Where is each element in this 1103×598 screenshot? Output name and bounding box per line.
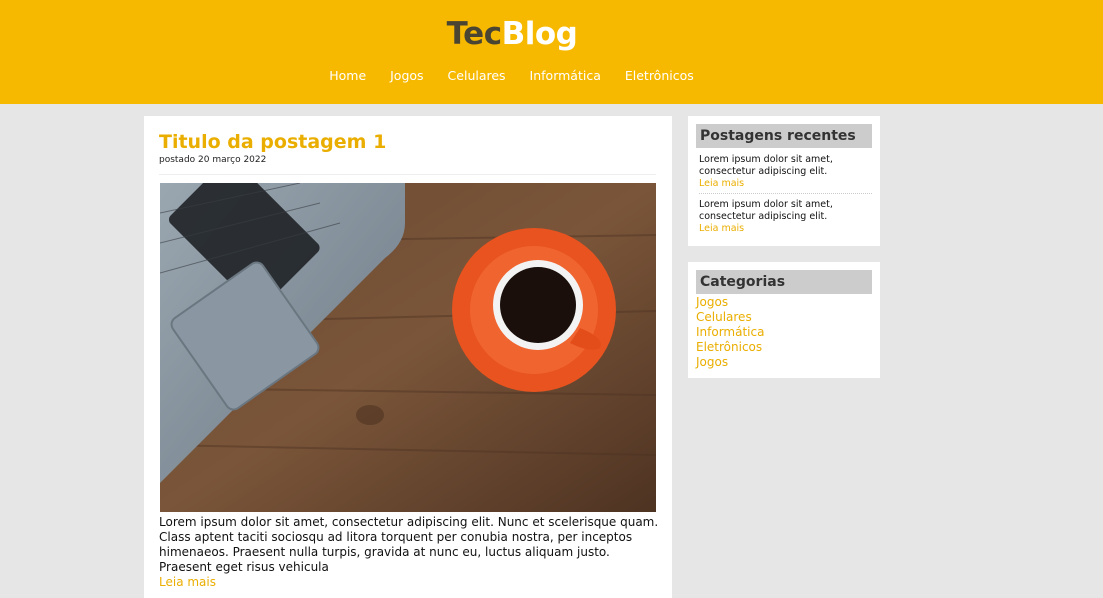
category-link-jogos-2[interactable]: Jogos (696, 355, 728, 369)
category-item: Jogos (696, 355, 764, 370)
site-logo[interactable]: TecBlog (0, 16, 1024, 52)
post-excerpt: Lorem ipsum dolor sit amet, consectetur … (159, 515, 659, 574)
nav-jogos[interactable]: Jogos (390, 68, 423, 83)
category-link-jogos[interactable]: Jogos (696, 295, 728, 309)
recent-post-text: Lorem ipsum dolor sit amet, consectetur … (699, 199, 833, 222)
recent-post-text: Lorem ipsum dolor sit amet, consectetur … (699, 154, 833, 177)
category-item: Celulares (696, 310, 764, 325)
nav-informatica[interactable]: Informática (530, 68, 601, 83)
site-header: TecBlog Home Jogos Celulares Informática… (0, 0, 1103, 104)
category-link-celulares[interactable]: Celulares (696, 310, 752, 324)
post-image-illustration (160, 183, 656, 512)
category-item: Eletrônicos (696, 340, 764, 355)
post-card: Titulo da postagem 1 postado 20 março 20… (144, 116, 672, 598)
recent-posts-title: Postagens recentes (696, 124, 872, 148)
post-read-more[interactable]: Leia mais (159, 575, 216, 589)
recent-post-read-more[interactable]: Leia mais (699, 223, 872, 235)
recent-post-read-more[interactable]: Leia mais (699, 178, 872, 190)
categories-list: Jogos Celulares Informática Eletrônicos … (696, 295, 764, 370)
category-link-informatica[interactable]: Informática (696, 325, 764, 339)
nav-celulares[interactable]: Celulares (448, 68, 506, 83)
recent-post-item: Lorem ipsum dolor sit amet, consectetur … (699, 199, 872, 235)
post-divider (159, 174, 656, 175)
recent-posts-widget: Postagens recentes Lorem ipsum dolor sit… (688, 116, 880, 246)
category-item: Jogos (696, 295, 764, 310)
categories-widget: Categorias Jogos Celulares Informática E… (688, 262, 880, 378)
recent-divider (699, 193, 872, 194)
nav-home[interactable]: Home (329, 68, 366, 83)
post-date: postado 20 março 2022 (159, 155, 267, 165)
category-link-eletronicos[interactable]: Eletrônicos (696, 340, 762, 354)
recent-post-item: Lorem ipsum dolor sit amet, consectetur … (699, 154, 872, 190)
main-nav: Home Jogos Celulares Informática Eletrôn… (0, 68, 1023, 83)
category-item: Informática (696, 325, 764, 340)
post-image (160, 183, 656, 512)
logo-blog: Blog (501, 16, 578, 52)
post-title[interactable]: Titulo da postagem 1 (159, 131, 386, 153)
nav-eletronicos[interactable]: Eletrônicos (625, 68, 694, 83)
categories-title: Categorias (696, 270, 872, 294)
logo-tec: Tec (446, 16, 502, 52)
